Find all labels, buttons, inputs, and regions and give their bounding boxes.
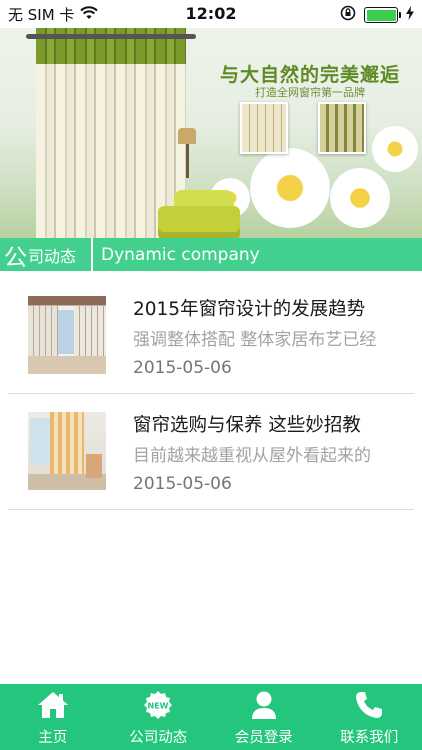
charging-bolt-icon — [406, 6, 414, 24]
banner-slogan: 与大自然的完美邂逅 — [219, 64, 400, 86]
list-item[interactable]: 窗帘选购与保养 这些妙招教 目前越来越重视从屋外看起来的 2015-05-06 — [8, 394, 414, 510]
news-date: 2015-05-06 — [133, 358, 232, 378]
sofa-image — [158, 206, 240, 238]
svg-text:NEW: NEW — [148, 702, 169, 711]
lamp-image — [178, 128, 196, 178]
nav-label-contact: 联系我们 — [340, 730, 399, 746]
news-list: 2015年窗帘设计的发展趋势 强调整体搭配 整体家居布艺已经 2015-05-0… — [0, 278, 422, 510]
user-icon — [247, 690, 281, 720]
news-title: 2015年窗帘设计的发展趋势 — [133, 299, 366, 320]
nav-item-home[interactable]: 主页 — [0, 684, 106, 750]
home-icon — [36, 690, 70, 720]
news-title: 窗帘选购与保养 这些妙招教 — [133, 415, 361, 436]
nav-item-login[interactable]: 会员登录 — [211, 684, 317, 750]
nav-label-news: 公司动态 — [129, 730, 188, 746]
banner-thumbnail — [318, 102, 366, 154]
nav-item-news[interactable]: NEW 公司动态 — [106, 684, 212, 750]
rotation-lock-icon — [340, 5, 356, 25]
battery-icon — [364, 7, 401, 23]
daisy-decoration — [372, 126, 418, 172]
curtain-rod — [26, 34, 196, 39]
news-thumbnail — [28, 296, 106, 374]
news-summary: 目前越来越重视从屋外看起来的 — [133, 446, 371, 466]
promo-banner[interactable]: 与大自然的完美邂逅 打造全网窗帘第一品牌 — [0, 28, 422, 238]
section-title-rest: 司动态 — [28, 246, 77, 266]
new-badge-icon: NEW — [141, 690, 175, 720]
section-title: 公 司动态 — [0, 238, 93, 271]
news-thumbnail — [28, 412, 106, 490]
status-bar: 无 SIM 卡 12:02 — [0, 0, 422, 28]
news-date: 2015-05-06 — [133, 474, 232, 494]
nav-item-contact[interactable]: 联系我们 — [317, 684, 422, 750]
nav-label-login: 会员登录 — [234, 730, 293, 746]
phone-icon — [352, 690, 386, 720]
list-item[interactable]: 2015年窗帘设计的发展趋势 强调整体搭配 整体家居布艺已经 2015-05-0… — [8, 278, 414, 394]
daisy-decoration — [250, 148, 330, 228]
section-title-first-char: 公 — [4, 244, 27, 271]
section-header: 公 司动态 Dynamic company — [0, 238, 422, 271]
news-summary: 强调整体搭配 整体家居布艺已经 — [133, 330, 377, 350]
banner-slogan-sub: 打造全网窗帘第一品牌 — [255, 86, 365, 99]
daisy-decoration — [330, 168, 390, 228]
status-icons — [340, 5, 414, 25]
nav-label-home: 主页 — [38, 730, 68, 746]
bottom-nav: 主页 NEW 公司动态 会员登录 联系我们 — [0, 684, 422, 750]
section-subtitle: Dynamic company — [101, 244, 260, 265]
banner-thumbnail — [240, 102, 288, 154]
